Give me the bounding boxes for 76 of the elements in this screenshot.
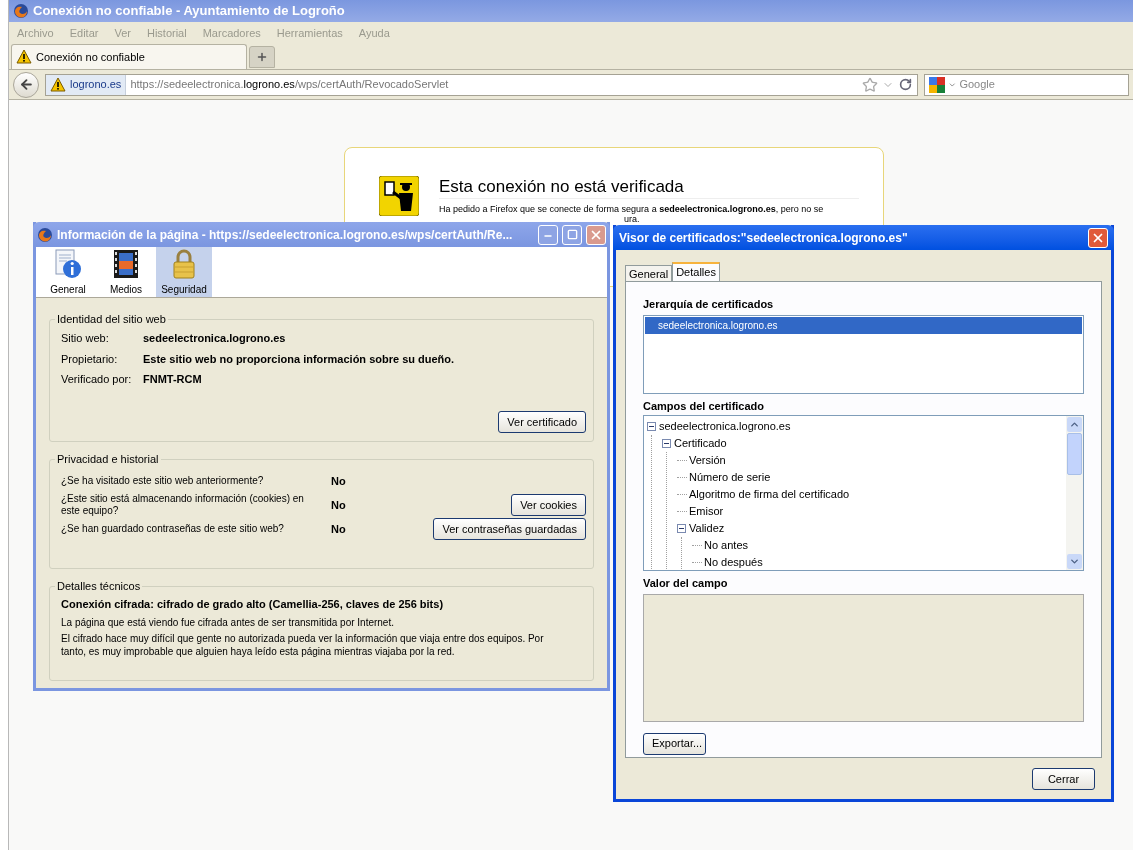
close-dialog-button[interactable]: Cerrar (1032, 768, 1095, 790)
tree-item[interactable]: No después (704, 554, 763, 570)
error-description: ura. (624, 214, 641, 224)
maximize-button[interactable] (562, 224, 582, 245)
scroll-down-icon[interactable] (1067, 554, 1082, 569)
address-field[interactable]: logrono.es https://sedeelectronica.logrono.es/wps/certAuth/RevocadoServlet (45, 73, 918, 96)
collapse-icon[interactable] (677, 524, 686, 533)
collapse-icon[interactable] (647, 422, 656, 431)
info-icon (52, 247, 84, 280)
close-button[interactable] (1088, 227, 1108, 248)
browser-tab[interactable]: Conexión no confiable (11, 44, 247, 69)
tree-item[interactable]: No antes (704, 537, 749, 554)
minimize-button[interactable] (538, 224, 558, 245)
privacy-button[interactable]: Ver contraseñas guardadas (433, 518, 586, 540)
tree-item[interactable]: Versión (689, 452, 726, 469)
firefox-logo-icon (13, 3, 29, 19)
search-engine-icon[interactable] (929, 76, 945, 93)
warning-icon (50, 76, 66, 93)
dialog-tab[interactable]: Detalles (672, 262, 720, 281)
field-label: Sitio web: (61, 331, 110, 346)
scroll-up-icon[interactable] (1067, 417, 1082, 432)
reload-icon[interactable] (899, 78, 912, 91)
warning-icon (16, 49, 32, 65)
technical-paragraph: La página que está viendo fue cifrada antes de ser transmitida por Internet. (61, 615, 395, 629)
firefox-logo-icon (37, 226, 53, 243)
group-legend: Identidad del sitio web (55, 312, 168, 326)
view-certificate-button[interactable]: Ver certificado (498, 411, 586, 433)
field-value: Este sitio web no proporciona información sobre su dueño. (143, 351, 456, 367)
new-tab-button[interactable] (249, 46, 275, 68)
section-label: Valor del campo (643, 576, 729, 591)
search-field[interactable]: Google (924, 73, 1129, 96)
group-legend: Detalles técnicos (55, 579, 143, 593)
tree-item[interactable]: Validez (689, 520, 725, 537)
tree-item[interactable]: sedeelectronica.logrono.es (659, 418, 791, 435)
privacy-question: ¿Se han guardado contraseñas de este sitio web? (60, 523, 285, 535)
privacy-button[interactable]: Ver cookies (511, 494, 586, 516)
error-heading: Esta conexión no está verificada (439, 176, 859, 199)
hierarchy-item[interactable]: sedeelectronica.logrono.es (645, 316, 1082, 334)
privacy-answer: No (331, 497, 346, 513)
close-button[interactable] (586, 224, 606, 245)
site-identity-button[interactable]: logrono.es (46, 74, 127, 95)
back-button[interactable] (13, 71, 39, 98)
plus-icon (256, 51, 268, 63)
collapse-icon[interactable] (662, 439, 671, 448)
privacy-answer: No (331, 521, 346, 537)
tree-item[interactable]: Certificado (674, 435, 727, 452)
url-text: https://sedeelectronica.logrono.es/wps/certAuth/RevocadoServlet (130, 77, 449, 93)
dialog-title: Visor de certificados:"sedeelectronica.logrono.es" (619, 229, 908, 247)
privacy-question: ¿Se ha visitado este sitio web anteriormente? (60, 475, 265, 487)
field-value-box[interactable] (643, 593, 1084, 722)
window-title: Conexión no confiable - Ayuntamiento de Logroño (33, 2, 345, 21)
dialog-tab[interactable]: General (625, 265, 673, 281)
export-button[interactable]: Exportar... (643, 732, 706, 755)
dialog-title: Información de la página - https://sedeelectronica.logrono.es/wps/certAuth/Re... (57, 226, 513, 244)
section-label: Campos del certificado (643, 398, 766, 414)
tree-item[interactable]: Algoritmo de firma del certificado (689, 486, 850, 503)
group-legend: Privacidad e historial (55, 452, 161, 466)
technical-paragraph: El cifrado hace muy difícil que gente no autorizada pueda ver la información que viaja entre dos equipos. Por tanto, es muy improbable que alguien haya leído esta página mientras viajaba por la red. (61, 631, 545, 658)
field-label: Propietario: (61, 351, 119, 367)
connection-summary: Conexión cifrada: cifrado de grado alto (Camellia-256, claves de 256 bits) (61, 597, 445, 612)
toolbar-tab[interactable]: Seguridad (156, 247, 212, 297)
search-input[interactable]: Google (959, 76, 1124, 93)
privacy-question: ¿Este sitio está almacenando información (cookies) en este equipo? (60, 493, 305, 517)
tree-item[interactable]: Emisor (689, 503, 724, 520)
tree-item[interactable]: Número de serie (689, 469, 771, 486)
field-value: FNMT-RCM (143, 372, 203, 387)
maximize-icon (566, 229, 578, 240)
error-description: Ha pedido a Firefox que se conecte de forma segura a sedeelectronica.logrono.es, pero no se (439, 204, 825, 214)
field-value: sedeelectronica.logrono.es (143, 331, 287, 346)
scrollbar[interactable] (1066, 416, 1083, 570)
scroll-thumb[interactable] (1067, 433, 1082, 475)
field-label: Verificado por: (61, 372, 133, 387)
officer-sign-icon (379, 176, 419, 216)
bookmark-star-icon[interactable] (862, 76, 878, 93)
privacy-answer: No (331, 473, 346, 489)
section-label: Jerarquía de certificados (643, 297, 775, 312)
